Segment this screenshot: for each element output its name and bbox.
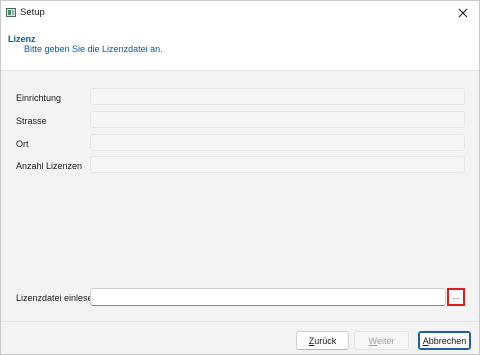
lizenzdatei-input[interactable]: [90, 288, 446, 306]
cancel-button[interactable]: Abbrechen: [418, 331, 471, 350]
cancel-button-label: bbrechen: [428, 335, 467, 346]
einrichtung-field: [90, 88, 465, 105]
window-title: Setup: [20, 7, 45, 18]
back-button-label: urück: [314, 335, 337, 346]
einrichtung-label: Einrichtung: [16, 93, 62, 103]
setup-dialog: Setup Lizenz Bitte geben Sie die Lizenzd…: [0, 0, 480, 355]
close-button[interactable]: [449, 3, 477, 22]
close-icon: [458, 8, 468, 17]
strasse-label: Strasse: [16, 116, 47, 126]
wizard-header: Lizenz Bitte geben Sie die Lizenzdatei a…: [1, 24, 479, 71]
page-title: Lizenz: [8, 34, 36, 44]
ort-label: Ort: [16, 139, 29, 149]
strasse-field: [90, 111, 465, 128]
next-button-label: eiter: [376, 335, 395, 346]
lizenzdatei-label: Lizenzdatei einlesen: [16, 293, 98, 303]
back-button[interactable]: Zurück: [296, 331, 349, 350]
page-subtitle: Bitte geben Sie die Lizenzdatei an.: [24, 44, 163, 54]
browse-button[interactable]: ...: [447, 288, 465, 306]
app-icon: [6, 8, 16, 17]
next-button[interactable]: Weiter: [354, 331, 409, 350]
ort-field: [90, 134, 465, 151]
anzahl-lizenzen-label: Anzahl Lizenzen: [16, 161, 83, 171]
anzahl-lizenzen-field: [90, 156, 465, 173]
next-button-mnemonic: W: [368, 335, 377, 346]
footer-divider: [1, 321, 479, 322]
title-bar: Setup: [1, 1, 479, 24]
